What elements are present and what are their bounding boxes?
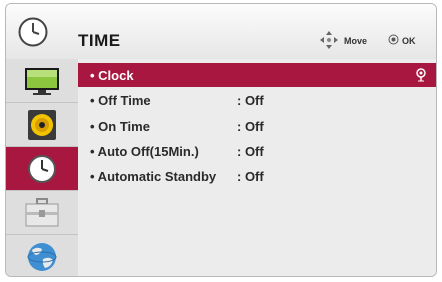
menu-item-label: • Off Time: [90, 93, 151, 108]
menu-item-label: • Clock: [90, 68, 134, 83]
tv-screen-icon: [25, 68, 59, 95]
sidebar-item-option[interactable]: [6, 191, 78, 235]
category-sidebar: [6, 59, 78, 276]
menu-item-value: : Off: [237, 93, 264, 108]
menu-item-auto-off[interactable]: • Auto Off(15Min.) : Off: [78, 139, 436, 163]
menu-header: TIME Move OK: [6, 4, 436, 59]
menu-item-automatic-standby[interactable]: • Automatic Standby : Off: [78, 164, 436, 188]
clock-icon: [18, 17, 48, 47]
menu-item-on-time[interactable]: • On Time : Off: [78, 114, 436, 138]
ok-hint-label: OK: [402, 36, 416, 46]
menu-list: • Clock • Off Time : Off • On Time : Off…: [78, 59, 436, 276]
menu-item-off-time[interactable]: • Off Time : Off: [78, 88, 436, 112]
ok-button-icon: [388, 34, 399, 45]
menu-item-label: • Auto Off(15Min.): [90, 144, 199, 159]
speaker-icon: [28, 110, 56, 140]
toolbox-icon: [25, 198, 59, 227]
menu-item-clock[interactable]: • Clock: [78, 63, 436, 87]
sidebar-item-time[interactable]: [6, 147, 78, 191]
menu-item-value: : Off: [237, 144, 264, 159]
globe-icon: [27, 243, 57, 271]
page-title: TIME: [78, 31, 121, 50]
sidebar-item-picture[interactable]: [6, 59, 78, 103]
menu-item-label: • On Time: [90, 119, 150, 134]
sidebar-item-audio[interactable]: [6, 103, 78, 147]
move-hint-label: Move: [344, 36, 368, 46]
clock-icon: [28, 155, 56, 183]
sidebar-item-network[interactable]: [6, 235, 78, 276]
menu-item-value: : Off: [237, 119, 264, 134]
menu-item-value: : Off: [237, 169, 264, 184]
time-menu-window: TIME Move OK • Clock • Off Time: Off • …: [5, 3, 437, 277]
location-pin-icon: [416, 68, 426, 82]
move-arrows-icon: [320, 31, 338, 49]
menu-item-label: • Automatic Standby: [90, 169, 217, 184]
